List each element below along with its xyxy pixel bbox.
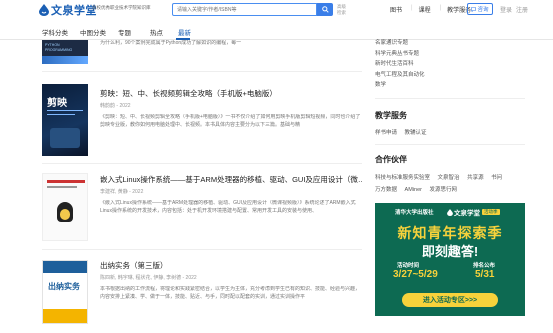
partner-link[interactable]: AMiner [405, 187, 422, 193]
cover-decoration [60, 209, 70, 220]
topic-item[interactable]: 新时代生活百科 [375, 59, 525, 70]
search-box [172, 3, 317, 16]
topic-item[interactable]: 数学 [375, 80, 525, 91]
book-info: 出纳实务（第三版） 陈四新, 韩宇琳, 程状花, 伊静, 李树德 - 2022 … [100, 260, 362, 301]
partner-link[interactable]: 发源思行网 [430, 187, 458, 193]
banner-time-value: 3/27~5/29 [393, 269, 438, 280]
partner-link[interactable]: 书问 [491, 175, 502, 181]
top-header: 文泉学堂 高校优秀职业技术学院知识库 高级检索 图书 | 课程 | 教学服务 咨… [0, 0, 553, 22]
book-cover[interactable]: 剪映 [42, 84, 88, 156]
partners-row: 万方数据 AMiner 发源思行网 [375, 185, 525, 193]
banner-logo-text: 文泉学堂 [454, 210, 480, 217]
banner-badge: 活动季 [482, 209, 500, 215]
book-title[interactable]: 剪映：短、中、长视频剪辑全攻略（手机版+电脑版） [100, 88, 362, 99]
book-meta: 韩韵韵 - 2022 [100, 103, 131, 109]
banner-cta-button[interactable]: 进入活动专区>>> [402, 293, 498, 307]
banner-logo: 文泉学堂 活动季 [447, 207, 500, 217]
book-item[interactable]: 剪映 剪映：短、中、长视频剪辑全攻略（手机版+电脑版） 韩韵韵 - 2022 《… [42, 84, 362, 159]
banner-headline: 新知青年探索季 [397, 225, 503, 241]
logo-drop-icon [447, 208, 453, 216]
book-info: 嵌入式Linux操作系统——基于ARM处理器的移植、驱动、GUI及应用设计（微…… [100, 174, 362, 215]
topic-item[interactable]: 科学元典丛书专题 [375, 49, 525, 60]
book-cover[interactable]: PYTHON PROGRAMMING [42, 40, 88, 64]
login-link[interactable]: 登录 [500, 5, 512, 14]
tab-latest[interactable]: 最新 [178, 27, 191, 37]
tab-subject-category[interactable]: 学科分类 [42, 27, 68, 37]
book-description: 为什么利，90个案例完成属于Python成功了解如识的编程，每一 [100, 40, 242, 46]
site-tagline: 高校优秀职业技术学院知识库 [92, 5, 151, 10]
partner-link[interactable]: 共享源 [467, 175, 484, 181]
sidebar-divider [375, 98, 525, 99]
sidebar-divider [375, 144, 525, 145]
cover-decoration [47, 186, 77, 188]
consult-button[interactable]: 咨询 [467, 3, 493, 15]
nav-separator: | [411, 5, 413, 11]
book-description: 《嵌入式Linux操作系统——基于ARM处理器的移植、驱动、GUI及应用设计（微… [100, 200, 356, 214]
teaching-service-title: 教学服务 [375, 111, 407, 120]
book-info: 剪映：短、中、长视频剪辑全攻略（手机版+电脑版） 韩韵韵 - 2022 《剪映：… [100, 88, 362, 129]
book-title[interactable]: 嵌入式Linux操作系统——基于ARM处理器的移植、驱动、GUI及应用设计（微… [100, 174, 362, 185]
cover-decoration [47, 114, 75, 115]
list-divider [42, 249, 362, 250]
book-description: 本书根据出纳的工作流程，将理论和实践紧密结合，以学生为主体，充分考虑到学生已有的… [100, 286, 361, 300]
book-meta: 李建祥, 黄静 - 2022 [100, 189, 144, 195]
nav-courses[interactable]: 课程 [419, 5, 431, 14]
banner-subheadline: 即刻趣答! [421, 244, 479, 259]
search-button[interactable] [317, 3, 333, 16]
teaching-service-section: 教学服务 样书申请 教辅认证 [375, 110, 525, 136]
cover-decoration [50, 128, 80, 148]
banner-result-label: 排名公布 [473, 263, 496, 269]
cover-decoration [47, 180, 85, 183]
partners-section: 合作伙伴 科技与标准服务实验室 文泉智治 共享源 书问 万方数据 AMiner … [375, 154, 525, 193]
cover-title: 剪映 [47, 98, 67, 109]
book-item[interactable]: 出纳实务 出纳实务（第三版） 陈四新, 韩宇琳, 程状花, 伊静, 李树德 - … [42, 260, 362, 326]
book-item[interactable]: 嵌入式Linux操作系统——基于ARM处理器的移植、驱动、GUI及应用设计（微…… [42, 173, 362, 245]
advanced-search-link[interactable]: 高级检索 [337, 4, 349, 15]
book-cover[interactable] [42, 173, 88, 241]
banner-cta-label: 进入活动专区>>> [422, 297, 478, 304]
logo-text: 文泉学堂 [51, 5, 97, 17]
book-cover[interactable]: 出纳实务 [42, 260, 88, 324]
chat-icon [471, 6, 477, 12]
topic-item[interactable]: 电气工程及其自动化 [375, 70, 525, 81]
book-item[interactable]: PYTHON PROGRAMMING 为什么利，90个案例完成属于Python成… [42, 40, 362, 64]
topic-item[interactable]: 名家通识专题 [375, 38, 525, 49]
cover-decoration [43, 309, 87, 323]
list-divider [42, 163, 362, 164]
promo-banner[interactable]: 清华大学出版社 文泉学堂 活动季 新知青年探索季 即刻趣答! 活动时间 3/27… [375, 203, 525, 316]
logo-drop-icon [39, 4, 49, 16]
book-meta: 陈四新, 韩宇琳, 程状花, 伊静, 李树德 - 2022 [100, 275, 197, 281]
tab-clc-category[interactable]: 中图分类 [80, 27, 106, 37]
partner-link[interactable]: 文泉智治 [438, 175, 460, 181]
partner-link[interactable]: 科技与标准服务实验室 [375, 175, 430, 181]
search-input[interactable] [173, 4, 316, 15]
cover-title: 出纳实务 [48, 282, 80, 291]
partners-row: 科技与标准服务实验室 文泉智治 共享源 书问 [375, 173, 525, 181]
book-title[interactable]: 出纳实务（第三版） [100, 260, 362, 271]
sample-book-apply-link[interactable]: 样书申请 [375, 130, 397, 136]
banner-publisher: 清华大学出版社 [395, 210, 434, 216]
banner-time-label: 活动时间 [397, 263, 420, 269]
nav-separator: | [439, 5, 442, 11]
partners-title: 合作伙伴 [375, 155, 407, 164]
partner-link[interactable]: 万方数据 [375, 187, 397, 193]
topic-list: 名家通识专题 科学元典丛书专题 新时代生活百科 电气工程及其自动化 数学 [375, 38, 525, 91]
cover-decoration [47, 110, 83, 111]
teaching-aid-cert-link[interactable]: 教辅认证 [405, 130, 427, 136]
cover-title: PYTHON PROGRAMMING [45, 43, 73, 52]
banner-result-value: 5/31 [475, 269, 495, 280]
tab-topics[interactable]: 专题 [118, 27, 131, 37]
nav-books[interactable]: 图书 [390, 5, 402, 14]
search-icon [321, 6, 329, 13]
list-divider [42, 71, 362, 72]
book-description: 《剪映：短、中、长视频剪辑全攻略（手机版+电脑版）》一书不仅介绍了如何用剪映手机… [100, 114, 361, 128]
register-link[interactable]: 注册 [516, 5, 528, 14]
cover-decoration [43, 261, 87, 273]
site-logo[interactable]: 文泉学堂 [39, 2, 97, 18]
consult-label: 咨询 [477, 7, 489, 13]
teaching-links: 样书申请 教辅认证 [375, 128, 525, 136]
book-info: 为什么利，90个案例完成属于Python成功了解如识的编程，每一 [100, 40, 362, 48]
cover-decoration [42, 56, 88, 64]
tab-hot[interactable]: 热点 [150, 27, 163, 37]
